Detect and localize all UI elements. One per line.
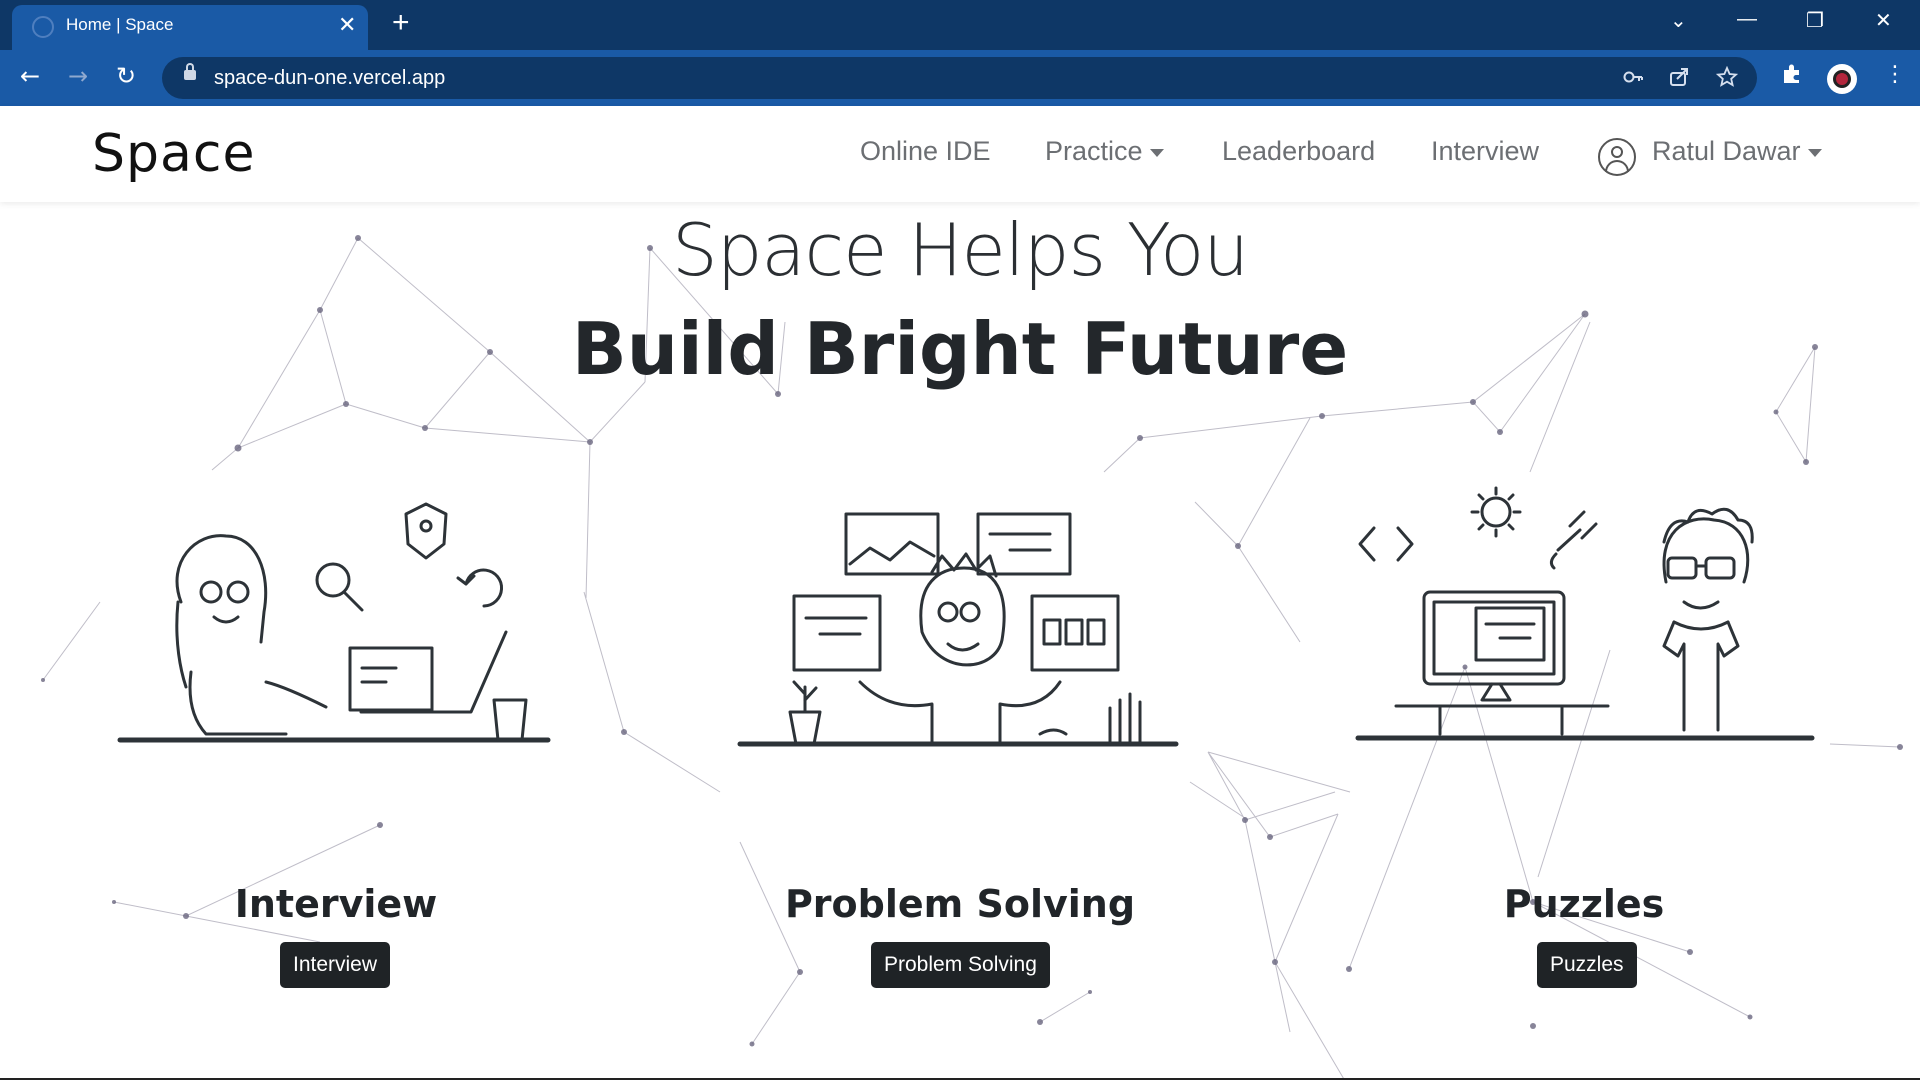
url-text[interactable]: space-dun-one.vercel.app bbox=[214, 67, 445, 90]
nav-practice-label: Practice bbox=[1045, 136, 1143, 166]
tab-search-icon[interactable]: ⌄ bbox=[1670, 8, 1687, 33]
user-avatar-icon[interactable] bbox=[1598, 138, 1636, 176]
interview-card: Interview Interview bbox=[86, 472, 586, 1032]
restore-button[interactable]: ❐ bbox=[1806, 8, 1824, 33]
problem-solving-illustration bbox=[737, 512, 1179, 747]
share-icon[interactable] bbox=[1668, 66, 1690, 93]
back-icon[interactable]: ← bbox=[20, 62, 40, 90]
puzzles-card: Puzzles Puzzles bbox=[1334, 472, 1834, 1032]
minimize-button[interactable]: — bbox=[1737, 8, 1757, 31]
address-bar[interactable]: space-dun-one.vercel.app bbox=[162, 57, 1757, 99]
browser-menu-icon[interactable]: ⋮ bbox=[1884, 62, 1906, 87]
site-navbar: Space Online IDE Practice Leaderboard In… bbox=[0, 106, 1920, 202]
nav-user-dropdown[interactable]: Ratul Dawar bbox=[1652, 136, 1822, 167]
browser-profile-avatar[interactable] bbox=[1827, 64, 1857, 94]
user-name: Ratul Dawar bbox=[1652, 136, 1801, 166]
problem-solving-button[interactable]: Problem Solving bbox=[871, 942, 1050, 988]
reload-icon[interactable]: ↻ bbox=[116, 62, 136, 90]
interview-button[interactable]: Interview bbox=[280, 942, 391, 988]
puzzle-piece-icon[interactable] bbox=[1780, 62, 1804, 92]
main-content: Space Helps You Build Bright Future Inte… bbox=[0, 202, 1920, 1078]
star-icon[interactable] bbox=[1715, 65, 1739, 93]
puzzles-button[interactable]: Puzzles bbox=[1537, 942, 1637, 988]
puzzles-card-title: Puzzles bbox=[1503, 882, 1665, 926]
lock-icon bbox=[184, 63, 196, 80]
problem-solving-card: Problem Solving Problem Solving bbox=[710, 472, 1210, 1032]
browser-toolbar: ← → ↻ space-dun-one.vercel.app ⋮ bbox=[0, 50, 1920, 106]
hero-title: Build Bright Future bbox=[571, 307, 1349, 391]
browser-tab[interactable]: Home | Space ✕ bbox=[12, 5, 368, 50]
caret-down-icon bbox=[1807, 148, 1822, 157]
nav-practice-dropdown[interactable]: Practice bbox=[1045, 136, 1164, 167]
favicon-icon bbox=[32, 16, 54, 38]
forward-icon[interactable]: → bbox=[68, 62, 88, 90]
browser-tab-strip: Home | Space ✕ + ⌄ — ❐ ✕ bbox=[0, 0, 1920, 50]
problem-solving-card-title: Problem Solving bbox=[784, 882, 1136, 926]
new-tab-button[interactable]: + bbox=[392, 8, 410, 38]
puzzles-illustration bbox=[1355, 486, 1815, 741]
tab-title: Home | Space bbox=[66, 15, 174, 34]
caret-down-icon bbox=[1149, 148, 1164, 157]
interview-card-title: Interview bbox=[234, 882, 438, 926]
interview-illustration bbox=[117, 502, 551, 743]
key-icon[interactable] bbox=[1622, 66, 1644, 93]
close-window-button[interactable]: ✕ bbox=[1875, 8, 1892, 33]
tab-close-icon[interactable]: ✕ bbox=[338, 12, 356, 38]
brand-logo[interactable]: Space bbox=[92, 124, 255, 184]
nav-interview[interactable]: Interview bbox=[1431, 136, 1539, 167]
hero-subtitle: Space Helps You bbox=[672, 208, 1249, 292]
nav-online-ide[interactable]: Online IDE bbox=[860, 136, 991, 167]
nav-leaderboard[interactable]: Leaderboard bbox=[1222, 136, 1375, 167]
